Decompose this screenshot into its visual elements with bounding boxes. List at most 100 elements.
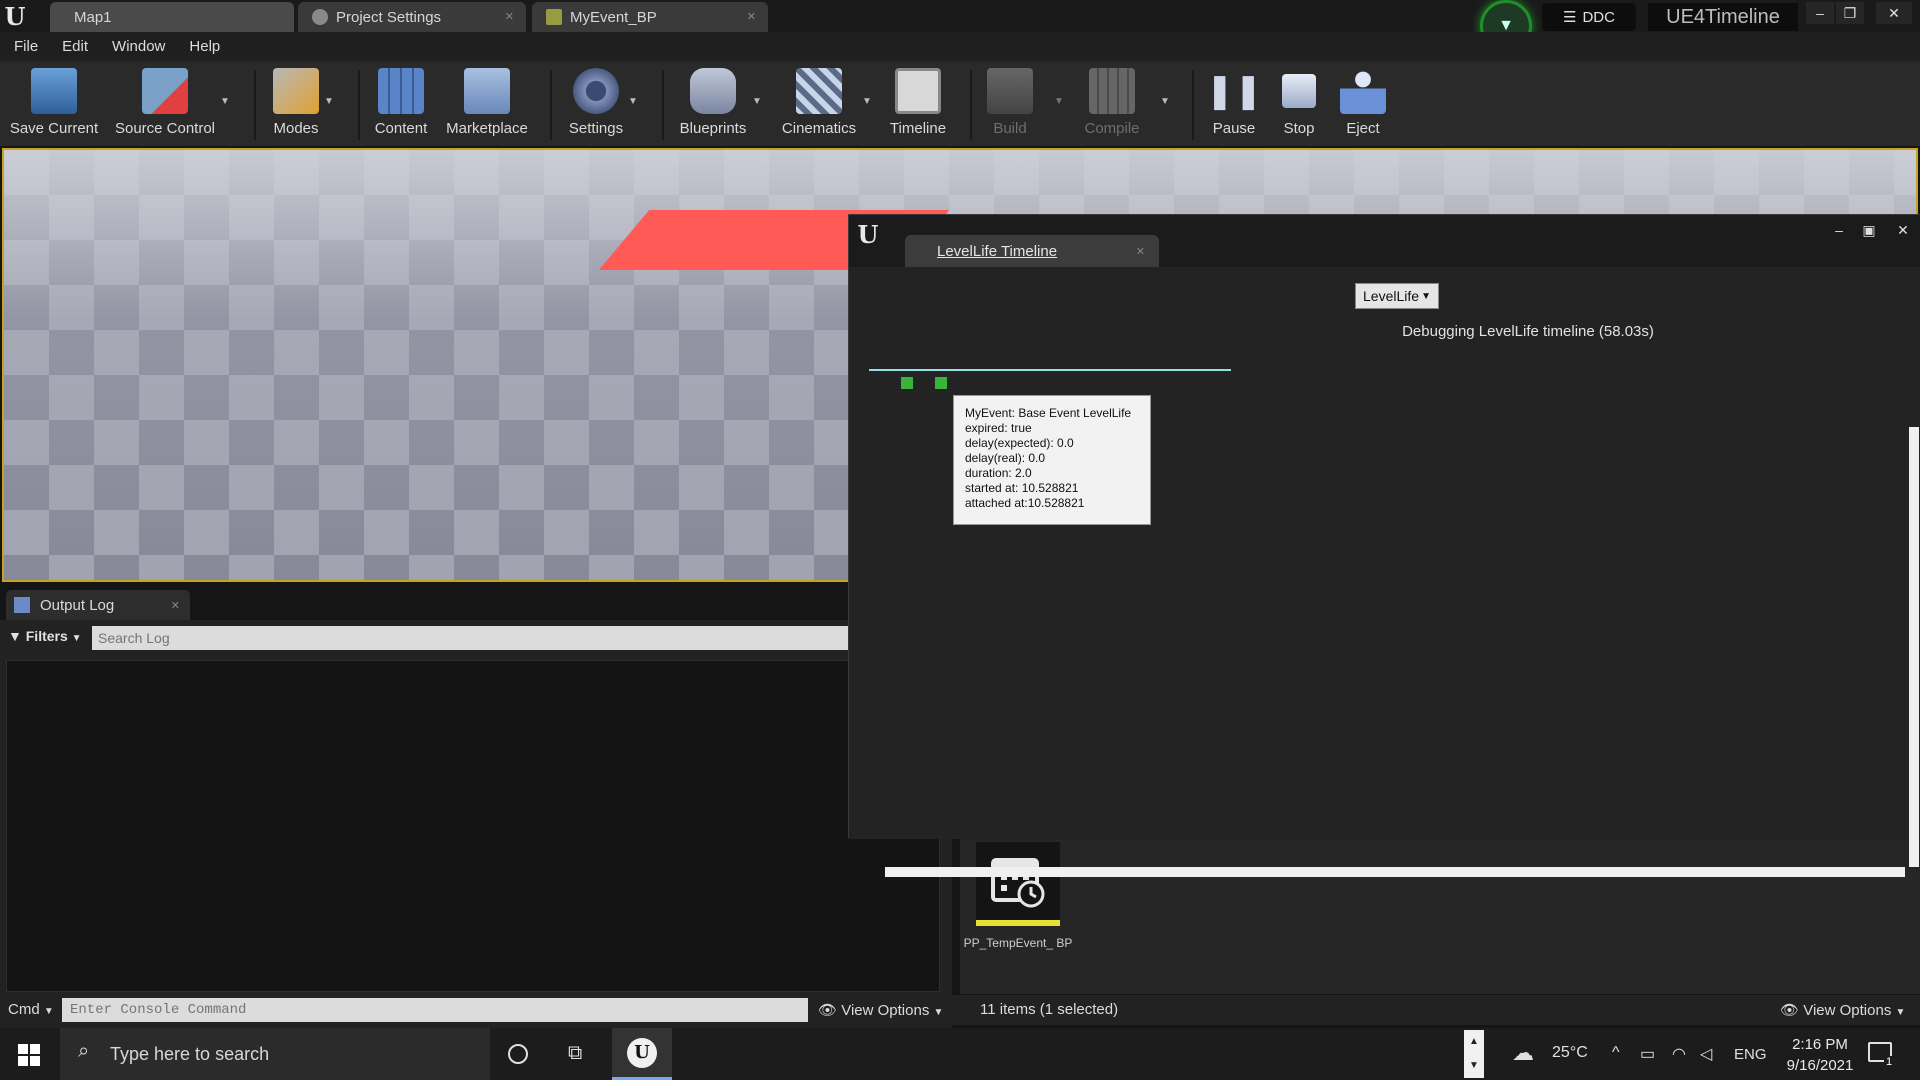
view-options-button[interactable]: 👁 View Options ▼ bbox=[1780, 1001, 1905, 1019]
gamepad-icon bbox=[690, 68, 736, 114]
chevron-down-icon[interactable]: ▼ bbox=[1054, 96, 1064, 107]
tab-project-settings[interactable]: Project Settings ✕ bbox=[298, 2, 526, 32]
clock-date: 9/16/2021 bbox=[1786, 1057, 1854, 1074]
settings-label: Settings bbox=[568, 120, 624, 137]
battery-icon[interactable]: ▭ bbox=[1640, 1044, 1655, 1064]
timeline-window-titlebar[interactable]: U LevelLife Timeline ✕ – ▣ ✕ bbox=[849, 215, 1920, 267]
compile-button[interactable]: Compile bbox=[1078, 66, 1146, 146]
stop-label: Stop bbox=[1283, 120, 1315, 137]
tab-myevent-bp[interactable]: MyEvent_BP ✕ bbox=[532, 2, 768, 32]
scroll-arrows-icon[interactable]: ▲ ▼ bbox=[1464, 1030, 1484, 1078]
ddc-button[interactable]: ☰ DDC bbox=[1542, 3, 1636, 31]
weather-cloud-icon[interactable]: ☁ bbox=[1512, 1040, 1534, 1066]
gear-icon bbox=[312, 9, 328, 25]
calendar-clock-icon bbox=[991, 858, 1045, 908]
timeline-body: LevelLife ▼ Debugging LevelLife timeline… bbox=[849, 267, 1920, 877]
compile-icon bbox=[1089, 68, 1135, 114]
chevron-down-icon: ▼ bbox=[1421, 290, 1431, 302]
eject-label: Eject bbox=[1346, 120, 1380, 137]
volume-icon[interactable]: ◁ bbox=[1700, 1044, 1712, 1064]
settings-button[interactable]: Settings bbox=[560, 66, 632, 146]
chevron-down-icon[interactable]: ▼ bbox=[862, 96, 872, 107]
filters-dropdown[interactable]: ▼ Filters ▼ bbox=[8, 628, 82, 644]
chevron-down-icon[interactable]: ▼ bbox=[752, 96, 762, 107]
asset-thumbnail[interactable] bbox=[976, 842, 1060, 926]
content-browser-assets bbox=[960, 836, 1920, 994]
debug-status-text: Debugging LevelLife timeline (58.03s) bbox=[1402, 323, 1654, 340]
timeline-select-dropdown[interactable]: LevelLife ▼ bbox=[1355, 283, 1439, 309]
marketplace-button[interactable]: Marketplace bbox=[442, 66, 532, 146]
stop-icon bbox=[1282, 74, 1316, 108]
unreal-logo-icon[interactable]: U bbox=[0, 1, 30, 31]
task-view-icon[interactable]: ⧉ bbox=[568, 1042, 582, 1065]
close-icon[interactable]: ✕ bbox=[747, 10, 756, 23]
clock[interactable]: 2:16 PM 9/16/2021 bbox=[1776, 1034, 1864, 1076]
output-log-body: ▼ Filters ▼ bbox=[0, 620, 952, 1028]
build-label: Build bbox=[993, 120, 1027, 137]
menu-file[interactable]: File bbox=[14, 38, 38, 55]
weather-temperature[interactable]: 25°C bbox=[1552, 1044, 1588, 1062]
tab-label: LevelLife Timeline bbox=[937, 242, 1058, 260]
menu-help[interactable]: Help bbox=[189, 38, 220, 55]
timeline-track[interactable] bbox=[869, 369, 1231, 371]
minimize-icon[interactable]: – bbox=[1806, 2, 1834, 24]
cortana-icon[interactable] bbox=[508, 1044, 528, 1064]
tooltip-line: attached at:10.528821 bbox=[965, 496, 1085, 510]
log-messages-area[interactable] bbox=[6, 660, 940, 992]
console-command-input[interactable] bbox=[62, 998, 808, 1022]
restore-icon[interactable]: ❐ bbox=[1836, 2, 1864, 24]
chevron-down-icon[interactable]: ▼ bbox=[628, 96, 638, 107]
clock-time: 2:16 PM bbox=[1792, 1036, 1848, 1053]
close-icon[interactable]: ✕ bbox=[1136, 245, 1145, 258]
content-button[interactable]: Content bbox=[368, 66, 434, 146]
view-options-button[interactable]: 👁 View Options ▼ bbox=[818, 1001, 943, 1019]
chevron-down-icon[interactable]: ▼ bbox=[324, 96, 334, 107]
horizontal-scrollbar[interactable] bbox=[885, 867, 1905, 877]
asset-name: PP_TempEvent_ BP bbox=[963, 936, 1073, 950]
wifi-icon[interactable]: ◠ bbox=[1672, 1044, 1686, 1064]
pause-button[interactable]: ❚❚ Pause bbox=[1206, 66, 1263, 146]
cinematics-button[interactable]: Cinematics bbox=[774, 66, 864, 146]
maximize-icon[interactable]: ▣ bbox=[1855, 219, 1883, 241]
blueprints-button[interactable]: Blueprints bbox=[672, 66, 754, 146]
tooltip-line: delay(expected): 0.0 bbox=[965, 436, 1074, 450]
language-indicator[interactable]: ENG bbox=[1734, 1046, 1767, 1063]
tooltip-line: expired: true bbox=[965, 421, 1032, 435]
close-icon[interactable]: ✕ bbox=[505, 10, 514, 23]
stop-button[interactable]: Stop bbox=[1276, 66, 1322, 146]
minimize-icon[interactable]: – bbox=[1825, 219, 1853, 241]
taskbar-search-box[interactable]: ⌕ Type here to search bbox=[60, 1028, 490, 1080]
timeline-button[interactable]: Timeline bbox=[884, 66, 952, 146]
event-marker[interactable] bbox=[901, 377, 913, 389]
eject-button[interactable]: Eject bbox=[1338, 66, 1388, 146]
tab-label: Project Settings bbox=[336, 8, 442, 26]
event-marker[interactable] bbox=[935, 377, 947, 389]
close-icon[interactable]: ✕ bbox=[171, 599, 180, 612]
chevron-down-icon[interactable]: ▼ bbox=[1160, 96, 1170, 107]
close-window-icon[interactable]: ✕ bbox=[1889, 219, 1917, 241]
unreal-taskbar-icon[interactable]: U bbox=[612, 1028, 672, 1080]
save-current-button[interactable]: Save Current bbox=[8, 66, 100, 146]
output-log-tab[interactable]: Output Log ✕ bbox=[6, 590, 190, 620]
chevron-down-icon[interactable]: ▼ bbox=[220, 96, 230, 107]
ddc-label: DDC bbox=[1582, 8, 1615, 26]
menu-window[interactable]: Window bbox=[112, 38, 165, 55]
taskbar-search-placeholder: Type here to search bbox=[110, 1043, 270, 1064]
tab-map1[interactable]: Map1 bbox=[50, 2, 294, 32]
tab-levellife-timeline[interactable]: LevelLife Timeline ✕ bbox=[905, 235, 1159, 267]
build-button[interactable]: Build bbox=[982, 66, 1038, 146]
search-log-input[interactable] bbox=[92, 626, 952, 650]
dropdown-value: LevelLife bbox=[1363, 288, 1420, 304]
toolbar-separator bbox=[970, 70, 972, 140]
toolbar-separator bbox=[662, 70, 664, 140]
source-control-button[interactable]: Source Control bbox=[112, 66, 218, 146]
vertical-scrollbar[interactable] bbox=[1909, 427, 1919, 867]
modes-button[interactable]: Modes bbox=[266, 66, 326, 146]
content-label: Content bbox=[374, 120, 428, 137]
close-window-icon[interactable]: ✕ bbox=[1876, 2, 1912, 24]
timeline-window: U LevelLife Timeline ✕ – ▣ ✕ LevelLife ▼… bbox=[848, 214, 1920, 877]
menu-edit[interactable]: Edit bbox=[62, 38, 88, 55]
cmd-dropdown[interactable]: Cmd ▼ bbox=[8, 1001, 54, 1018]
chevron-up-icon[interactable]: ^ bbox=[1612, 1044, 1620, 1062]
windows-start-icon[interactable] bbox=[18, 1044, 40, 1066]
